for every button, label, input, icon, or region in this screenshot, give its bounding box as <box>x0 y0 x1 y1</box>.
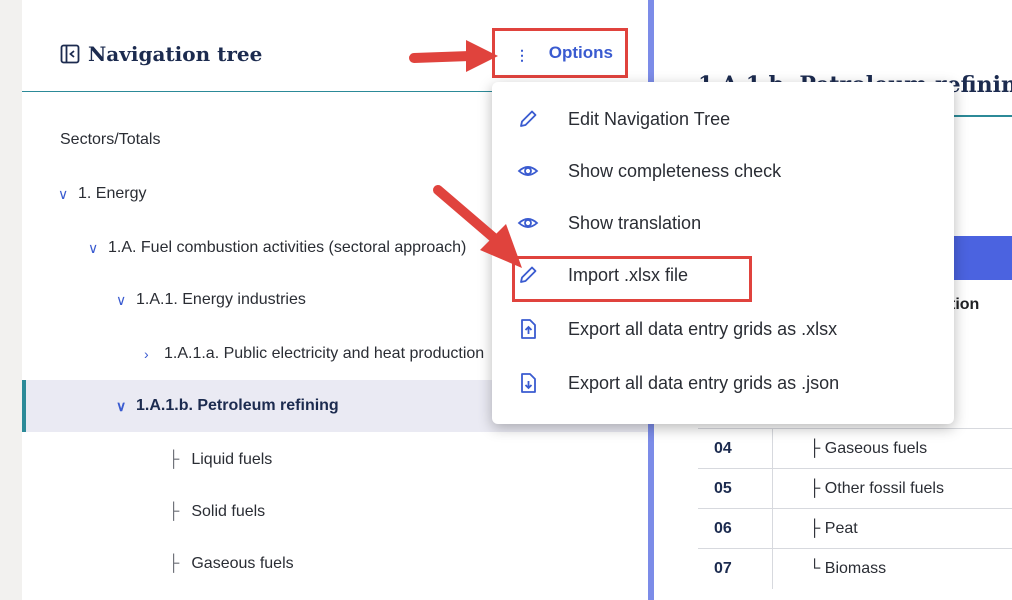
arrow-to-options-icon <box>409 40 498 72</box>
tree-item-label: 1.A.1. Energy industries <box>136 291 306 308</box>
table-row[interactable]: 04 ├ Gaseous fuels <box>698 428 1012 469</box>
arrow-to-import-icon <box>433 185 522 268</box>
more-vertical-icon: ⋮ <box>515 47 529 63</box>
tree-item-label: Gaseous fuels <box>191 555 294 572</box>
tree-item-label: 1. Energy <box>78 185 147 202</box>
options-label: Options <box>548 43 613 62</box>
menu-item-label: Edit Navigation Tree <box>568 108 731 129</box>
tree-item-liquid-fuels[interactable]: ├ Liquid fuels <box>22 434 648 486</box>
tree-item-label: Solid fuels <box>191 503 266 520</box>
menu-item-export-json[interactable]: Export all data entry grids as .json <box>492 358 954 408</box>
row-name: ├ Gaseous fuels <box>809 439 928 457</box>
tree-item-label: Sectors/Totals <box>60 131 161 148</box>
chevron-down-icon[interactable]: ∨ <box>116 398 132 415</box>
tree-item-gaseous-fuels[interactable]: ├ Gaseous fuels <box>22 538 648 590</box>
options-button[interactable]: ⋮ Options <box>492 28 628 78</box>
pencil-icon <box>516 107 540 131</box>
tree-item-solid-fuels[interactable]: ├ Solid fuels <box>22 486 648 538</box>
tree-branch-icon: ├ <box>168 555 180 572</box>
import-highlight-box <box>512 256 752 302</box>
tree-item-label: Liquid fuels <box>191 451 273 468</box>
tree-branch-icon: ├ <box>168 503 180 520</box>
menu-item-label: Show completeness check <box>568 160 782 181</box>
navigation-title: Navigation tree <box>60 42 262 66</box>
tree-item-label: 1.A.1.a. Public electricity and heat pro… <box>164 345 485 362</box>
options-menu: Edit Navigation Tree Show completeness c… <box>492 82 954 424</box>
tree-item-label: 1.A.1.b. Petroleum refining <box>136 397 339 414</box>
tree-branch-icon: ├ <box>168 451 180 468</box>
row-name: └ Biomass <box>809 559 887 577</box>
menu-item-show-completeness-check[interactable]: Show completeness check <box>492 146 954 196</box>
menu-item-label: Show translation <box>568 212 702 233</box>
table-row[interactable]: 06 ├ Peat <box>698 508 1012 549</box>
table-row[interactable]: 05 ├ Other fossil fuels <box>698 468 1012 509</box>
row-name: ├ Peat <box>809 519 858 537</box>
tree-item-label: 1.A. Fuel combustion activities (sectora… <box>108 239 467 256</box>
row-code: 07 <box>714 559 732 577</box>
collapse-panel-icon[interactable] <box>60 44 80 64</box>
chevron-right-icon[interactable]: › <box>144 346 160 362</box>
chevron-down-icon[interactable]: ∨ <box>88 240 104 257</box>
menu-item-show-translation[interactable]: Show translation <box>492 198 954 248</box>
row-name: ├ Other fossil fuels <box>809 479 944 497</box>
row-code: 06 <box>714 519 732 537</box>
table-row[interactable]: 07 └ Biomass <box>698 548 1012 589</box>
chevron-down-icon[interactable]: ∨ <box>116 292 132 309</box>
menu-item-export-xlsx[interactable]: Export all data entry grids as .xlsx <box>492 304 954 354</box>
menu-item-label: Export all data entry grids as .xlsx <box>568 318 838 339</box>
menu-item-label: Export all data entry grids as .json <box>568 372 840 393</box>
chevron-down-icon[interactable]: ∨ <box>58 186 74 203</box>
column-header: tion <box>950 296 980 313</box>
file-upload-icon <box>516 317 540 341</box>
file-download-icon <box>516 371 540 395</box>
navigation-title-text: Navigation tree <box>88 42 263 66</box>
row-code: 04 <box>714 439 732 457</box>
menu-item-edit-navigation-tree[interactable]: Edit Navigation Tree <box>492 94 954 144</box>
navigation-header: Navigation tree ⋮ Options <box>22 0 648 92</box>
row-code: 05 <box>714 479 732 497</box>
